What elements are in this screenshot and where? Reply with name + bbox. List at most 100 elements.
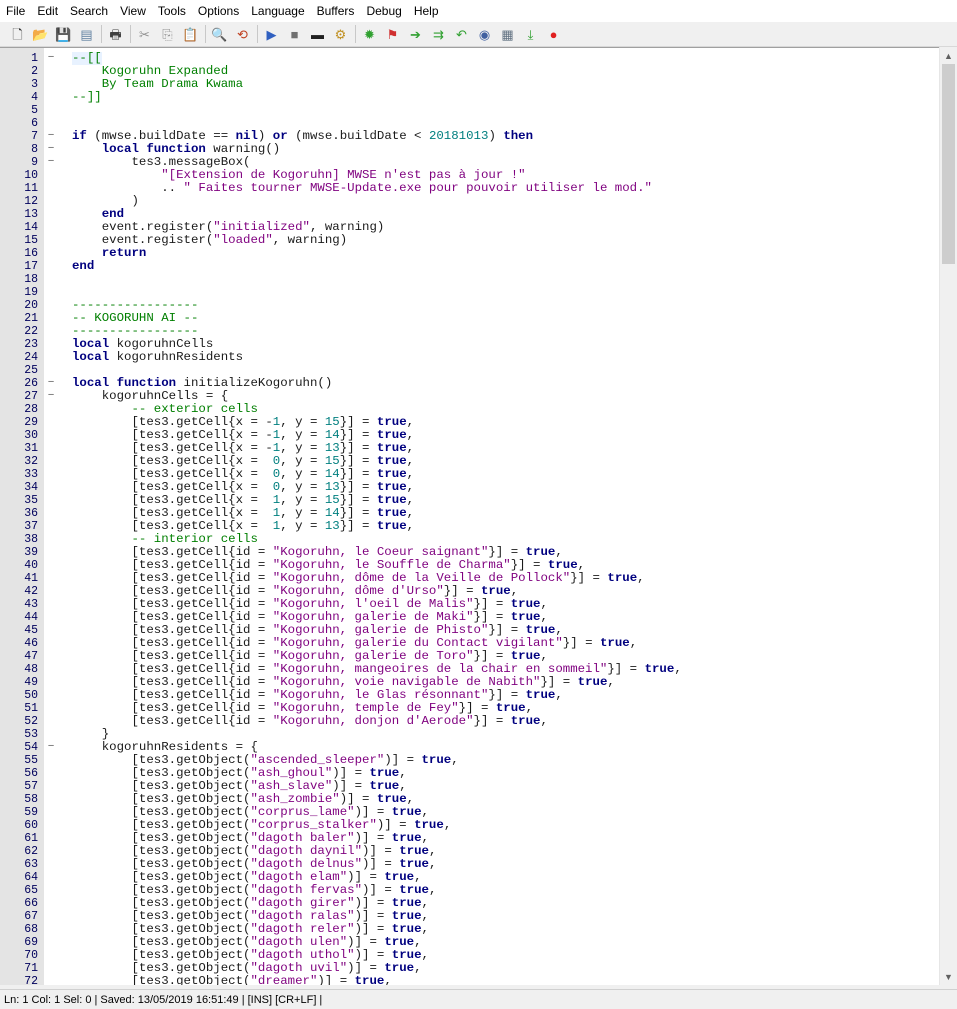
fold-toggle-icon[interactable]: −	[46, 377, 56, 390]
code-line[interactable]: 5	[0, 104, 940, 117]
next-icon[interactable]: ⇉	[429, 25, 448, 44]
menu-language[interactable]: Language	[245, 0, 310, 22]
line-number: 71	[24, 962, 38, 975]
fold-toggle-icon[interactable]: −	[46, 130, 56, 143]
code-line[interactable]: 3 By Team Drama Kwama	[0, 78, 940, 92]
view-icon[interactable]: ◉	[475, 25, 494, 44]
code-token: ,	[540, 714, 548, 728]
menu-options[interactable]: Options	[192, 0, 245, 22]
code-token: , y =	[280, 493, 325, 507]
line-number: 64	[24, 871, 38, 884]
go-icon[interactable]: ➔	[406, 25, 425, 44]
code-text: [tes3.getCell{id = "Kogoruhn, donjon d'A…	[72, 714, 548, 728]
scroll-down-arrow[interactable]: ▼	[940, 968, 957, 985]
code-line[interactable]: 16 return	[0, 247, 940, 261]
new-file-icon[interactable]: 🗋	[8, 25, 27, 44]
run-icon[interactable]: ▶	[262, 25, 281, 44]
code-line[interactable]: 18	[0, 273, 940, 286]
bookmark-icon[interactable]: ⚑	[383, 25, 402, 44]
code-token: end	[101, 207, 125, 221]
code-token: ,	[414, 961, 422, 975]
replace-icon[interactable]: ⟲	[233, 25, 252, 44]
fold-toggle-icon[interactable]: −	[46, 390, 56, 403]
line-number: 60	[24, 819, 38, 832]
record-icon[interactable]: ●	[544, 25, 563, 44]
code-editor[interactable]: 1− --[[2 Kogoruhn Expanded 3 By Team Drama…	[0, 47, 957, 985]
line-number: 70	[24, 949, 38, 962]
code-token: event.register(	[72, 233, 214, 247]
code-line[interactable]: 11 .. " Faites tourner MWSE-Update.exe p…	[0, 182, 940, 196]
list-icon[interactable]: ▦	[498, 25, 517, 44]
code-token: )] =	[347, 961, 385, 975]
stop-icon[interactable]: ■	[285, 25, 304, 44]
terminal-icon[interactable]: ▬	[308, 25, 327, 44]
menu-file[interactable]: File	[0, 0, 31, 22]
fold-toggle-icon[interactable]: −	[46, 143, 56, 156]
code-area[interactable]: 1− --[[2 Kogoruhn Expanded 3 By Team Drama…	[0, 52, 940, 986]
code-line[interactable]: 24 local kogoruhnResidents	[0, 351, 940, 365]
line-number: 59	[24, 806, 38, 819]
code-token: ,	[406, 454, 415, 468]
menu-edit[interactable]: Edit	[31, 0, 64, 22]
fold-toggle-icon[interactable]: −	[46, 52, 56, 65]
code-token: [tes3.getCell{id =	[72, 597, 273, 611]
menu-help[interactable]: Help	[408, 0, 445, 22]
line-number: 19	[24, 286, 38, 299]
code-token: }] =	[488, 623, 526, 637]
code-line[interactable]: 4 --]]	[0, 91, 940, 105]
save-all-icon[interactable]: ▤	[77, 25, 96, 44]
code-token: true	[391, 922, 422, 936]
menu-bar: File Edit Search View Tools Options Language Bu…	[0, 0, 957, 22]
code-token: )] =	[384, 753, 422, 767]
code-token: function	[146, 142, 206, 156]
code-token: )] =	[332, 766, 370, 780]
scroll-thumb[interactable]	[942, 64, 955, 264]
open-file-icon[interactable]: 📂	[31, 25, 50, 44]
menu-view[interactable]: View	[114, 0, 152, 22]
paste-icon[interactable]: 📋	[181, 25, 200, 44]
code-token: ,	[421, 805, 429, 819]
export-icon[interactable]: ⤓	[521, 25, 540, 44]
line-number: 3	[31, 78, 38, 91]
line-number: 29	[24, 416, 38, 429]
line-number: 11	[24, 182, 38, 195]
build-icon[interactable]: ⚙	[331, 25, 350, 44]
fold-toggle-icon[interactable]: −	[46, 156, 56, 169]
menu-buffers[interactable]: Buffers	[311, 0, 361, 22]
cut-icon[interactable]: ✂	[135, 25, 154, 44]
save-icon[interactable]: 💾	[54, 25, 73, 44]
code-token: [tes3.getObject(	[72, 831, 251, 845]
menu-debug[interactable]: Debug	[360, 0, 407, 22]
code-line[interactable]: 12 )	[0, 195, 940, 209]
code-line[interactable]: 17 end	[0, 260, 940, 274]
print-icon[interactable]: 🖶	[106, 25, 125, 44]
code-token: true	[495, 701, 526, 715]
line-number: 33	[24, 468, 38, 481]
code-line[interactable]: 72 [tes3.getObject("dreamer")] = true,	[0, 974, 940, 986]
copy-icon[interactable]: ⎘	[158, 25, 177, 44]
code-token: ,	[674, 662, 682, 676]
menu-search[interactable]: Search	[64, 0, 114, 22]
code-token: "corprus_lame"	[250, 805, 355, 819]
code-token: [tes3.getObject(	[72, 805, 251, 819]
code-token: )] =	[339, 792, 377, 806]
settings-icon[interactable]: ✹	[360, 25, 379, 44]
code-token: [tes3.getObject(	[72, 779, 251, 793]
menu-tools[interactable]: Tools	[152, 0, 192, 22]
code-token: )] =	[347, 935, 385, 949]
fold-toggle-icon[interactable]: −	[46, 741, 56, 754]
scroll-up-arrow[interactable]: ▲	[940, 47, 957, 64]
code-token: ,	[414, 870, 422, 884]
code-token: true	[354, 974, 385, 986]
find-icon[interactable]: 🔍	[210, 25, 229, 44]
code-token: [tes3.getObject(	[72, 870, 251, 884]
code-token: [tes3.getCell{id =	[72, 623, 273, 637]
prev-icon[interactable]: ↶	[452, 25, 471, 44]
vertical-scrollbar[interactable]: ▲ ▼	[939, 47, 957, 985]
code-line[interactable]: 52 [tes3.getCell{id = "Kogoruhn, donjon …	[0, 714, 940, 729]
code-token: }] =	[339, 415, 377, 429]
code-token: )] =	[347, 870, 385, 884]
